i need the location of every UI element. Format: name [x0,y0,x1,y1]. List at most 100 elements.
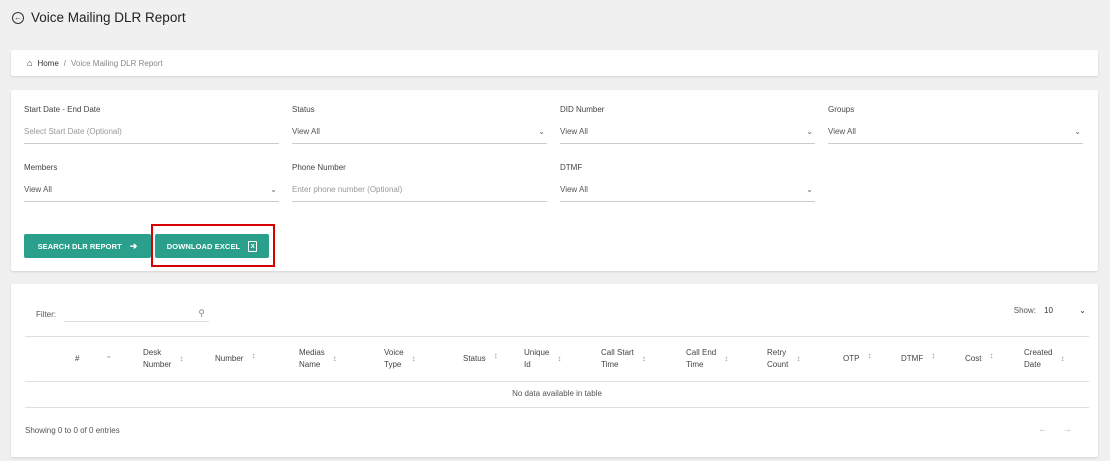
sort-icon: ↕ [1060,354,1065,363]
report-table-panel: Filter: ⚲ Show: 10 ⌄ # ⌄ Desk Number ↕ Number… [11,284,1098,457]
column-header-line: Cost [965,354,982,363]
phone-number-label: Phone Number [292,163,346,172]
back-arrow-icon[interactable]: ← [12,11,24,24]
column-header-label: Call End Time [686,347,716,371]
column-header-line: Desk [143,348,162,357]
column-header-label: Number [215,347,243,365]
column-header-line: Unique [524,348,550,357]
column-header-label: Call Start Time [601,347,634,371]
chevron-down-icon: ⌄ [806,185,813,194]
column-header[interactable]: OTP ↕ [843,347,871,365]
pagination: ← → [1038,424,1072,435]
did-number-value: View All [560,127,588,136]
column-header[interactable]: Unique Id ↕ [524,347,561,371]
groups-field: Groups View All ⌄ [828,105,1083,144]
sort-icon: ↕ [867,351,872,360]
page-header: ← Voice Mailing DLR Report [12,10,186,25]
column-header[interactable]: Call Start Time ↕ [601,347,646,371]
column-header-line: Type [384,360,402,369]
dtmf-value: View All [560,185,588,194]
column-header-line: Date [1024,360,1041,369]
column-header[interactable]: Voice Type ↕ [384,347,416,371]
sort-icon: ↕ [641,354,646,363]
page-size-control: Show: 10 ⌄ [1014,306,1086,315]
members-select[interactable]: View All ⌄ [24,185,279,202]
table-header: # ⌄ Desk Number ↕ Number ↕ Medias Name ↕ Voice Type… [25,336,1089,382]
column-header-line: Call End [686,348,717,357]
column-header-line: Number [215,354,244,363]
highlight-box [151,224,275,267]
table-info: Showing 0 to 0 of 0 entries [25,426,120,435]
column-header[interactable]: Cost ↕ [965,347,993,365]
breadcrumb-separator: / [63,58,67,68]
column-header-line: Retry [767,348,787,357]
column-header[interactable]: Created Date ↕ [1024,347,1064,371]
column-header-label: Unique Id [524,347,549,371]
sort-icon: ↕ [179,354,184,363]
sort-icon: ↕ [931,351,936,360]
column-header[interactable]: Status ↕ [463,347,498,365]
status-select[interactable]: View All ⌄ [292,127,547,144]
date-range-label: Start Date - End Date [24,105,101,114]
column-header-line: Count [767,360,789,369]
dtmf-select[interactable]: View All ⌄ [560,185,815,202]
chevron-down-icon: ⌄ [806,127,813,136]
phone-number-field: Phone Number Enter phone number (Optiona… [292,163,547,202]
column-header[interactable]: # ⌄ [75,347,112,365]
filter-input[interactable]: ⚲ [64,306,209,322]
chevron-down-icon: ⌄ [270,185,277,194]
sort-icon: ↕ [411,354,416,363]
phone-number-input[interactable]: Enter phone number (Optional) [292,185,547,202]
did-number-field: DID Number View All ⌄ [560,105,815,144]
breadcrumb-home-link[interactable]: Home [37,59,58,68]
date-range-placeholder: Select Start Date (Optional) [24,127,122,136]
column-header-label: Retry Count [767,347,788,371]
empty-table-message: No data available in table [25,382,1089,408]
search-dlr-report-button[interactable]: SEARCH DLR REPORT ➜ [24,234,151,258]
column-header[interactable]: Medias Name ↕ [299,347,337,371]
status-field: Status View All ⌄ [292,105,547,144]
sort-icon: ↕ [989,351,994,360]
arrow-right-icon: ➜ [129,240,138,251]
column-header-label: Voice Type [384,347,404,371]
breadcrumb: ⌂ Home / Voice Mailing DLR Report [11,50,1098,76]
groups-value: View All [828,127,856,136]
chevron-down-icon: ⌄ [1079,306,1086,315]
status-label: Status [292,105,315,114]
next-page-button[interactable]: → [1062,424,1072,435]
column-header[interactable]: Number ↕ [215,347,255,365]
date-range-field: Start Date - End Date Select Start Date … [24,105,279,144]
column-header-line: Time [686,360,704,369]
column-header-label: DTMF [901,347,923,365]
prev-page-button[interactable]: ← [1038,424,1048,435]
column-header-line: Medias [299,348,325,357]
column-header-line: Status [463,354,486,363]
column-header-line: Time [601,360,619,369]
date-range-input[interactable]: Select Start Date (Optional) [24,127,279,144]
chevron-down-icon: ⌄ [1074,127,1081,136]
column-header-label: Medias Name [299,347,325,371]
column-header-label: # [75,347,79,365]
sort-icon: ↕ [332,354,337,363]
members-value: View All [24,185,52,194]
sort-icon: ↕ [724,354,729,363]
members-field: Members View All ⌄ [24,163,279,202]
page-title: Voice Mailing DLR Report [31,10,186,25]
sort-icon: ↕ [251,351,256,360]
filter-label: Filter: [36,309,56,319]
did-number-select[interactable]: View All ⌄ [560,127,815,144]
column-header-label: Created Date [1024,347,1052,371]
home-icon[interactable]: ⌂ [27,58,32,68]
column-header[interactable]: Desk Number ↕ [143,347,183,371]
search-dlr-report-label: SEARCH DLR REPORT [37,241,122,251]
column-header-line: OTP [843,354,860,363]
page-size-select[interactable]: 10 ⌄ [1044,306,1086,315]
members-label: Members [24,163,58,172]
column-header[interactable]: Call End Time ↕ [686,347,728,371]
column-header-line: # [75,354,80,363]
dtmf-label: DTMF [560,163,583,172]
groups-select[interactable]: View All ⌄ [828,127,1083,144]
column-header[interactable]: DTMF ↕ [901,347,935,365]
column-header-line: Number [143,360,172,369]
column-header[interactable]: Retry Count ↕ [767,347,800,371]
